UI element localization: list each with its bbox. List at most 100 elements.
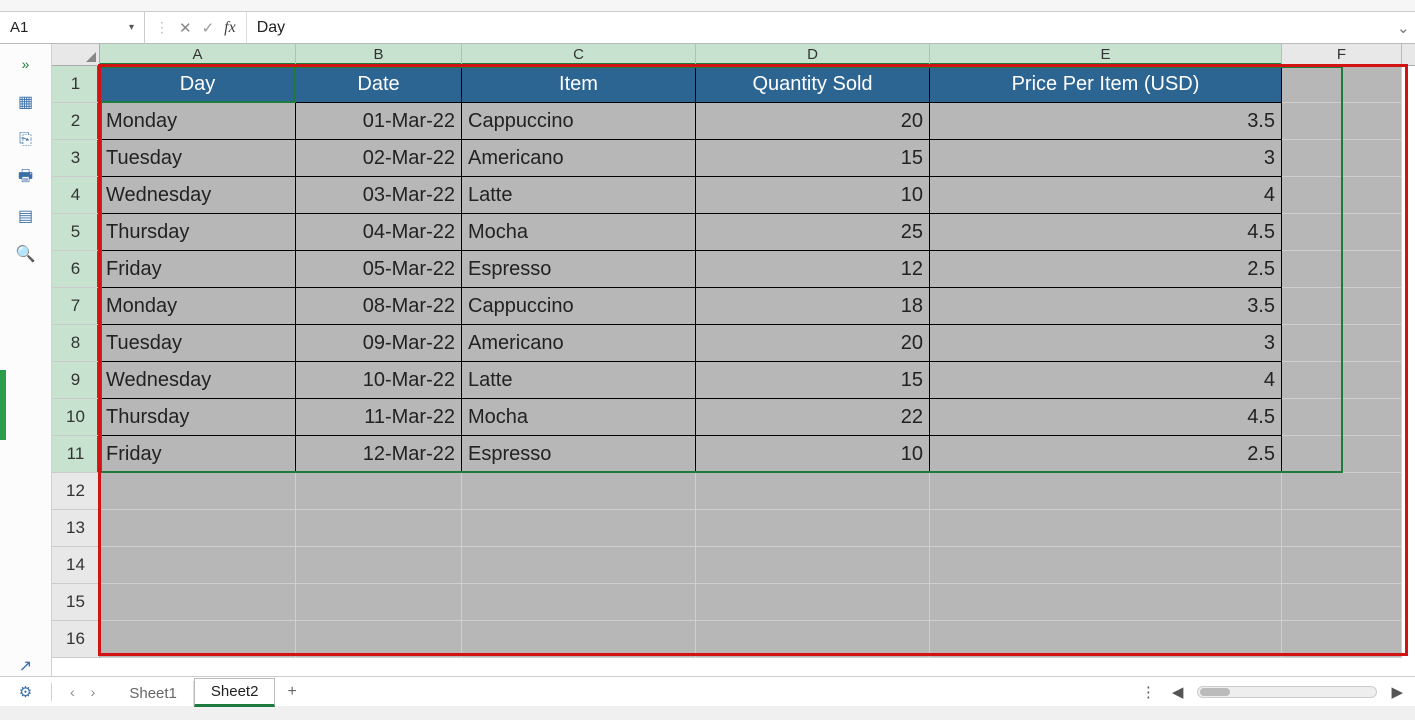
- cell-F1[interactable]: [1282, 66, 1402, 103]
- cell-E15[interactable]: [930, 584, 1282, 621]
- cell-C14[interactable]: [462, 547, 696, 584]
- column-header-C[interactable]: C: [462, 44, 696, 65]
- cells-area[interactable]: DayDateItemQuantity SoldPrice Per Item (…: [100, 66, 1415, 658]
- settings-icon[interactable]: ⚙: [0, 683, 52, 701]
- cell-C2[interactable]: Cappuccino: [462, 103, 696, 140]
- horizontal-scrollbar[interactable]: [1197, 686, 1377, 698]
- row-header-13[interactable]: 13: [52, 510, 99, 547]
- cell-C13[interactable]: [462, 510, 696, 547]
- formula-cancel-icon[interactable]: ✕: [179, 19, 192, 37]
- column-header-B[interactable]: B: [296, 44, 462, 65]
- add-sheet-button[interactable]: +: [275, 679, 308, 705]
- cell-A13[interactable]: [100, 510, 296, 547]
- cell-F15[interactable]: [1282, 584, 1402, 621]
- cell-A5[interactable]: Thursday: [100, 214, 296, 251]
- cell-D8[interactable]: 20: [696, 325, 930, 362]
- cell-B8[interactable]: 09-Mar-22: [296, 325, 462, 362]
- cell-F16[interactable]: [1282, 621, 1402, 658]
- cell-B11[interactable]: 12-Mar-22: [296, 436, 462, 473]
- cell-D9[interactable]: 15: [696, 362, 930, 399]
- cell-D1[interactable]: Quantity Sold: [696, 66, 930, 103]
- scrollbar-thumb[interactable]: [1200, 688, 1230, 696]
- row-header-3[interactable]: 3: [52, 140, 99, 177]
- sidebar-collapse-icon[interactable]: »: [16, 54, 36, 74]
- sidebar-icon-4[interactable]: ▤: [16, 206, 36, 226]
- cell-F10[interactable]: [1282, 399, 1402, 436]
- cell-E2[interactable]: 3.5: [930, 103, 1282, 140]
- row-header-8[interactable]: 8: [52, 325, 99, 362]
- sidebar-icon-3[interactable]: 🖶: [16, 168, 36, 188]
- cell-D15[interactable]: [696, 584, 930, 621]
- cell-E6[interactable]: 2.5: [930, 251, 1282, 288]
- cell-B7[interactable]: 08-Mar-22: [296, 288, 462, 325]
- cell-A14[interactable]: [100, 547, 296, 584]
- cell-B2[interactable]: 01-Mar-22: [296, 103, 462, 140]
- sidebar-icon-2[interactable]: ⎘: [16, 130, 36, 150]
- cell-A1[interactable]: Day: [100, 66, 296, 103]
- cell-D16[interactable]: [696, 621, 930, 658]
- column-header-A[interactable]: A: [100, 44, 296, 65]
- cell-D5[interactable]: 25: [696, 214, 930, 251]
- cell-B1[interactable]: Date: [296, 66, 462, 103]
- sidebar-icon-1[interactable]: ▦: [16, 92, 36, 112]
- cell-B15[interactable]: [296, 584, 462, 621]
- sheet-tab-sheet2[interactable]: Sheet2: [194, 678, 276, 707]
- cell-F12[interactable]: [1282, 473, 1402, 510]
- cell-B9[interactable]: 10-Mar-22: [296, 362, 462, 399]
- cell-A15[interactable]: [100, 584, 296, 621]
- cell-D6[interactable]: 12: [696, 251, 930, 288]
- column-header-E[interactable]: E: [930, 44, 1282, 65]
- cell-D2[interactable]: 20: [696, 103, 930, 140]
- cell-C16[interactable]: [462, 621, 696, 658]
- cell-F8[interactable]: [1282, 325, 1402, 362]
- cell-A7[interactable]: Monday: [100, 288, 296, 325]
- row-header-1[interactable]: 1: [52, 66, 99, 103]
- row-header-6[interactable]: 6: [52, 251, 99, 288]
- cell-B10[interactable]: 11-Mar-22: [296, 399, 462, 436]
- more-options-icon[interactable]: ⋮: [1141, 683, 1158, 701]
- cell-C3[interactable]: Americano: [462, 140, 696, 177]
- cell-D10[interactable]: 22: [696, 399, 930, 436]
- cell-B13[interactable]: [296, 510, 462, 547]
- row-header-7[interactable]: 7: [52, 288, 99, 325]
- cell-F7[interactable]: [1282, 288, 1402, 325]
- row-header-10[interactable]: 10: [52, 399, 99, 436]
- cell-F4[interactable]: [1282, 177, 1402, 214]
- cell-D13[interactable]: [696, 510, 930, 547]
- cell-A4[interactable]: Wednesday: [100, 177, 296, 214]
- cell-F5[interactable]: [1282, 214, 1402, 251]
- row-header-4[interactable]: 4: [52, 177, 99, 214]
- cell-D3[interactable]: 15: [696, 140, 930, 177]
- cell-A10[interactable]: Thursday: [100, 399, 296, 436]
- cell-D12[interactable]: [696, 473, 930, 510]
- cell-E8[interactable]: 3: [930, 325, 1282, 362]
- cell-C6[interactable]: Espresso: [462, 251, 696, 288]
- sheet-nav-next-icon[interactable]: ›: [91, 684, 96, 700]
- row-header-2[interactable]: 2: [52, 103, 99, 140]
- cell-F2[interactable]: [1282, 103, 1402, 140]
- cell-B14[interactable]: [296, 547, 462, 584]
- row-header-9[interactable]: 9: [52, 362, 99, 399]
- cell-E16[interactable]: [930, 621, 1282, 658]
- cell-C11[interactable]: Espresso: [462, 436, 696, 473]
- cell-C8[interactable]: Americano: [462, 325, 696, 362]
- cell-A8[interactable]: Tuesday: [100, 325, 296, 362]
- cell-B5[interactable]: 04-Mar-22: [296, 214, 462, 251]
- cell-B16[interactable]: [296, 621, 462, 658]
- cell-A9[interactable]: Wednesday: [100, 362, 296, 399]
- cell-C4[interactable]: Latte: [462, 177, 696, 214]
- cell-D7[interactable]: 18: [696, 288, 930, 325]
- scroll-right-icon[interactable]: ▶: [1391, 683, 1403, 701]
- cell-E11[interactable]: 2.5: [930, 436, 1282, 473]
- cell-C10[interactable]: Mocha: [462, 399, 696, 436]
- sidebar-icon-5[interactable]: 🔍: [16, 244, 36, 264]
- cell-A12[interactable]: [100, 473, 296, 510]
- cell-F11[interactable]: [1282, 436, 1402, 473]
- cell-E10[interactable]: 4.5: [930, 399, 1282, 436]
- cell-A11[interactable]: Friday: [100, 436, 296, 473]
- row-header-11[interactable]: 11: [52, 436, 99, 473]
- cell-E9[interactable]: 4: [930, 362, 1282, 399]
- sidebar-link-icon[interactable]: ↗: [16, 656, 36, 676]
- sheet-nav-prev-icon[interactable]: ‹: [70, 684, 75, 700]
- scroll-left-icon[interactable]: ◀: [1172, 683, 1184, 701]
